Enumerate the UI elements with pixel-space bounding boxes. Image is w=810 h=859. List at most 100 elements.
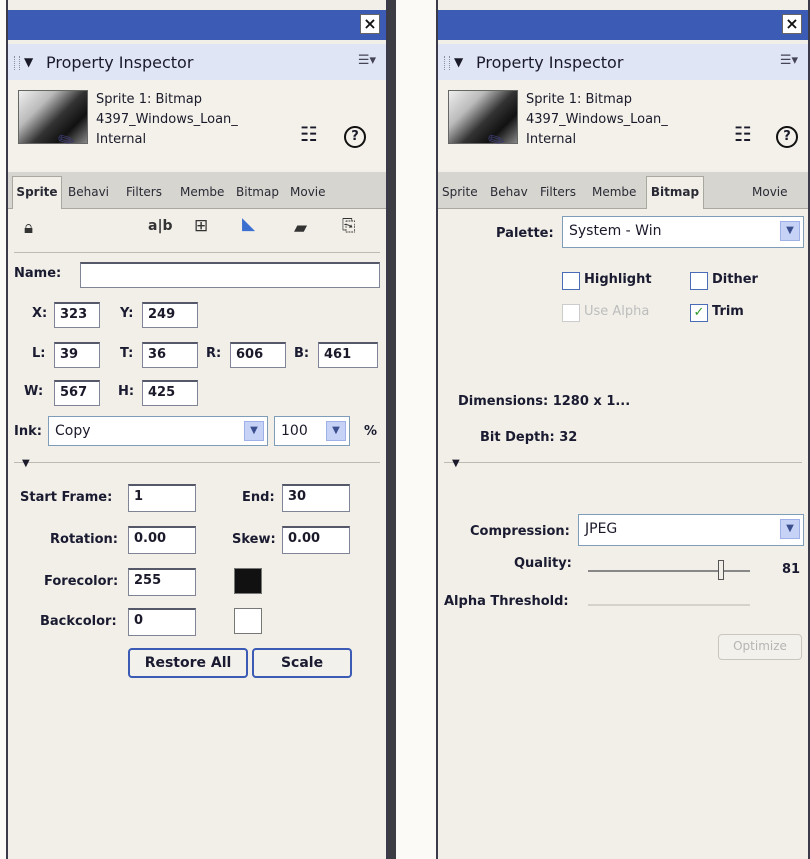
end-input[interactable]: 30 xyxy=(282,484,350,512)
sprite-info: ✎ Sprite 1: Bitmap 4397_Windows_Loan_ In… xyxy=(438,80,808,170)
list-icon[interactable]: ☷ xyxy=(300,122,318,146)
member-name: 4397_Windows_Loan_ xyxy=(96,112,238,127)
highlight-checkbox[interactable] xyxy=(562,272,580,290)
rotation-label: Rotation: xyxy=(50,532,118,547)
quality-slider-thumb[interactable] xyxy=(718,560,724,580)
optimize-button[interactable]: Optimize xyxy=(718,634,802,660)
inspector-header[interactable]: ▼ Property Inspector ☰▾ xyxy=(438,44,808,81)
compression-select[interactable]: JPEG ▼ xyxy=(578,514,804,546)
collapse-triangle-icon[interactable]: ▼ xyxy=(24,55,33,69)
b-input[interactable]: 461 xyxy=(318,342,378,368)
left-inspector-panel: × ▼ Property Inspector ☰▾ ✎ Sprite 1: Bi… xyxy=(6,0,388,859)
expand-triangle-icon[interactable]: ▼ xyxy=(22,458,30,469)
alpha-threshold-slider[interactable] xyxy=(588,604,750,606)
tab-bitmap[interactable]: Bitmap xyxy=(236,178,284,206)
grip-icon[interactable] xyxy=(14,56,20,70)
use-alpha-checkbox[interactable] xyxy=(562,304,580,322)
palette-label: Palette: xyxy=(496,226,554,241)
chevron-down-icon[interactable]: ▼ xyxy=(780,221,800,241)
moveable-icon[interactable]: ◣ xyxy=(242,214,255,234)
tab-bitmap[interactable]: Bitmap xyxy=(646,176,704,209)
t-input[interactable]: 36 xyxy=(142,342,198,368)
r-input[interactable]: 606 xyxy=(230,342,286,368)
rotation-input[interactable]: 0.00 xyxy=(128,526,196,554)
sprite-thumbnail xyxy=(448,90,518,144)
h-input[interactable]: 425 xyxy=(142,380,198,406)
separator xyxy=(14,252,380,253)
title-bar xyxy=(8,10,386,40)
x-input[interactable]: 323 xyxy=(54,302,100,328)
sprite-type: Sprite 1: Bitmap xyxy=(96,92,202,107)
skew-input[interactable]: 0.00 xyxy=(282,526,350,554)
y-label: Y: xyxy=(120,306,134,321)
tab-behaviors[interactable]: Behav xyxy=(490,178,534,206)
trails-icon[interactable]: ▰ xyxy=(294,218,307,238)
window-divider xyxy=(388,0,396,859)
options-menu-icon[interactable]: ☰▾ xyxy=(780,53,798,68)
ink-select[interactable]: Copy ▼ xyxy=(48,416,268,446)
y-input[interactable]: 249 xyxy=(142,302,198,328)
tab-member[interactable]: Membe xyxy=(180,178,232,206)
title-bar xyxy=(438,10,808,40)
tab-bar: Sprite Behav Filters Membe Bitmap Movie xyxy=(438,172,808,209)
sprite-thumbnail xyxy=(18,90,88,144)
cast-name: Internal xyxy=(526,132,577,147)
l-label: L: xyxy=(32,346,46,361)
editable-icon[interactable]: ⊞ xyxy=(194,216,208,236)
quality-label: Quality: xyxy=(514,556,572,571)
t-label: T: xyxy=(120,346,134,361)
quality-value: 81 xyxy=(782,562,801,577)
list-icon[interactable]: ☷ xyxy=(734,122,752,146)
inspector-header[interactable]: ▼ Property Inspector ☰▾ xyxy=(8,44,386,81)
chevron-down-icon[interactable]: ▼ xyxy=(244,421,264,441)
dither-label: Dither xyxy=(712,272,758,287)
forecolor-swatch[interactable] xyxy=(234,568,262,594)
tab-member[interactable]: Membe xyxy=(592,178,642,206)
tab-sprite[interactable]: Sprite xyxy=(12,176,62,209)
separator xyxy=(14,462,380,463)
start-frame-input[interactable]: 1 xyxy=(128,484,196,512)
help-icon[interactable]: ? xyxy=(344,126,366,148)
close-icon[interactable]: × xyxy=(782,14,802,34)
expand-triangle-icon[interactable]: ▼ xyxy=(452,458,460,469)
skew-label: Skew: xyxy=(232,532,276,547)
w-input[interactable]: 567 xyxy=(54,380,100,406)
chevron-down-icon[interactable]: ▼ xyxy=(326,421,346,441)
quality-slider-track[interactable] xyxy=(588,570,750,572)
separator xyxy=(444,462,802,463)
tab-movie[interactable]: Movie xyxy=(290,178,340,206)
trim-checkbox[interactable]: ✓ xyxy=(690,304,708,322)
h-label: H: xyxy=(118,384,135,399)
tab-filters[interactable]: Filters xyxy=(540,178,590,206)
use-alpha-label: Use Alpha xyxy=(584,304,650,319)
scale-button[interactable]: Scale xyxy=(252,648,352,678)
restore-all-button[interactable]: Restore All xyxy=(128,648,248,678)
tweak-icon[interactable]: ⎘ xyxy=(342,216,356,236)
blend-value: 100 xyxy=(281,423,308,439)
chevron-down-icon[interactable]: ▼ xyxy=(780,519,800,539)
forecolor-input[interactable]: 255 xyxy=(128,568,196,596)
name-input[interactable] xyxy=(80,262,380,288)
collapse-triangle-icon[interactable]: ▼ xyxy=(454,55,463,69)
l-input[interactable]: 39 xyxy=(54,342,100,368)
ink-value: Copy xyxy=(55,423,91,439)
flip-icon[interactable]: a|b xyxy=(148,218,173,234)
close-icon[interactable]: × xyxy=(360,14,380,34)
compression-label: Compression: xyxy=(470,524,570,539)
palette-select[interactable]: System - Win ▼ xyxy=(562,216,804,248)
blend-select[interactable]: 100 ▼ xyxy=(274,416,350,446)
grip-icon[interactable] xyxy=(444,56,450,70)
backcolor-swatch[interactable] xyxy=(234,608,262,634)
percent-label: % xyxy=(364,424,378,439)
dither-checkbox[interactable] xyxy=(690,272,708,290)
tab-sprite[interactable]: Sprite xyxy=(442,178,488,206)
end-label: End: xyxy=(242,490,275,505)
options-menu-icon[interactable]: ☰▾ xyxy=(358,53,376,68)
backcolor-input[interactable]: 0 xyxy=(128,608,196,636)
lock-icon[interactable]: 🔒︎ xyxy=(24,218,33,238)
tab-filters[interactable]: Filters xyxy=(126,178,176,206)
tab-behaviors[interactable]: Behavi xyxy=(68,178,120,206)
help-icon[interactable]: ? xyxy=(776,126,798,148)
tab-movie[interactable]: Movie xyxy=(752,178,802,206)
w-label: W: xyxy=(24,384,44,399)
